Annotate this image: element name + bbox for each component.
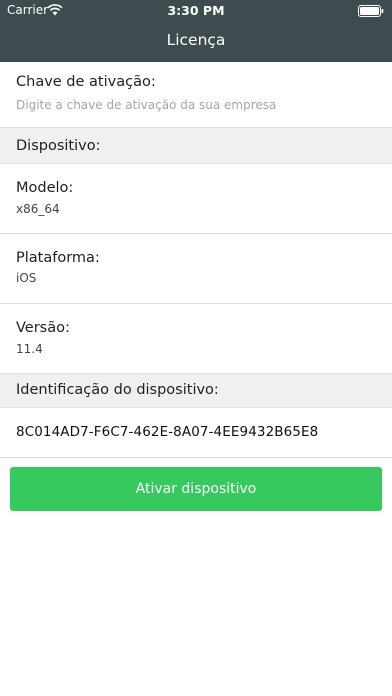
platform-value: iOS bbox=[16, 271, 37, 285]
platform-label: Plataforma: bbox=[16, 250, 100, 266]
status-bar: Carrier 3:30 PM bbox=[0, 0, 392, 22]
activate-device-button[interactable]: Ativar dispositivo bbox=[10, 467, 382, 511]
page-title: Licença bbox=[166, 31, 226, 49]
device-section-title: Dispositivo: bbox=[16, 138, 101, 154]
battery-icon bbox=[358, 5, 384, 17]
app-header: Carrier 3:30 PM Licença bbox=[0, 0, 392, 62]
version-value: 11.4 bbox=[16, 342, 43, 356]
device-id-value: 8C014AD7-F6C7-462E-8A07-4EE9432B65E8 bbox=[16, 424, 319, 440]
device-id-section-title: Identificação do dispositivo: bbox=[16, 382, 219, 398]
device-id-section-header: Identificação do dispositivo: bbox=[0, 374, 392, 408]
model-value: x86_64 bbox=[16, 202, 60, 216]
activation-key-label: Chave de ativação: bbox=[16, 74, 156, 90]
activation-key-input[interactable]: Digite a chave de ativação da sua empres… bbox=[16, 98, 276, 112]
version-row: Versão: 11.4 bbox=[0, 304, 392, 374]
status-time: 3:30 PM bbox=[167, 3, 225, 18]
platform-row: Plataforma: iOS bbox=[0, 234, 392, 304]
model-label: Modelo: bbox=[16, 180, 74, 196]
version-label: Versão: bbox=[16, 320, 70, 336]
device-id-row: 8C014AD7-F6C7-462E-8A07-4EE9432B65E8 bbox=[0, 408, 392, 458]
model-row: Modelo: x86_64 bbox=[0, 164, 392, 234]
activation-key-row[interactable]: Chave de ativação: Digite a chave de ati… bbox=[0, 62, 392, 128]
device-section-header: Dispositivo: bbox=[0, 128, 392, 164]
